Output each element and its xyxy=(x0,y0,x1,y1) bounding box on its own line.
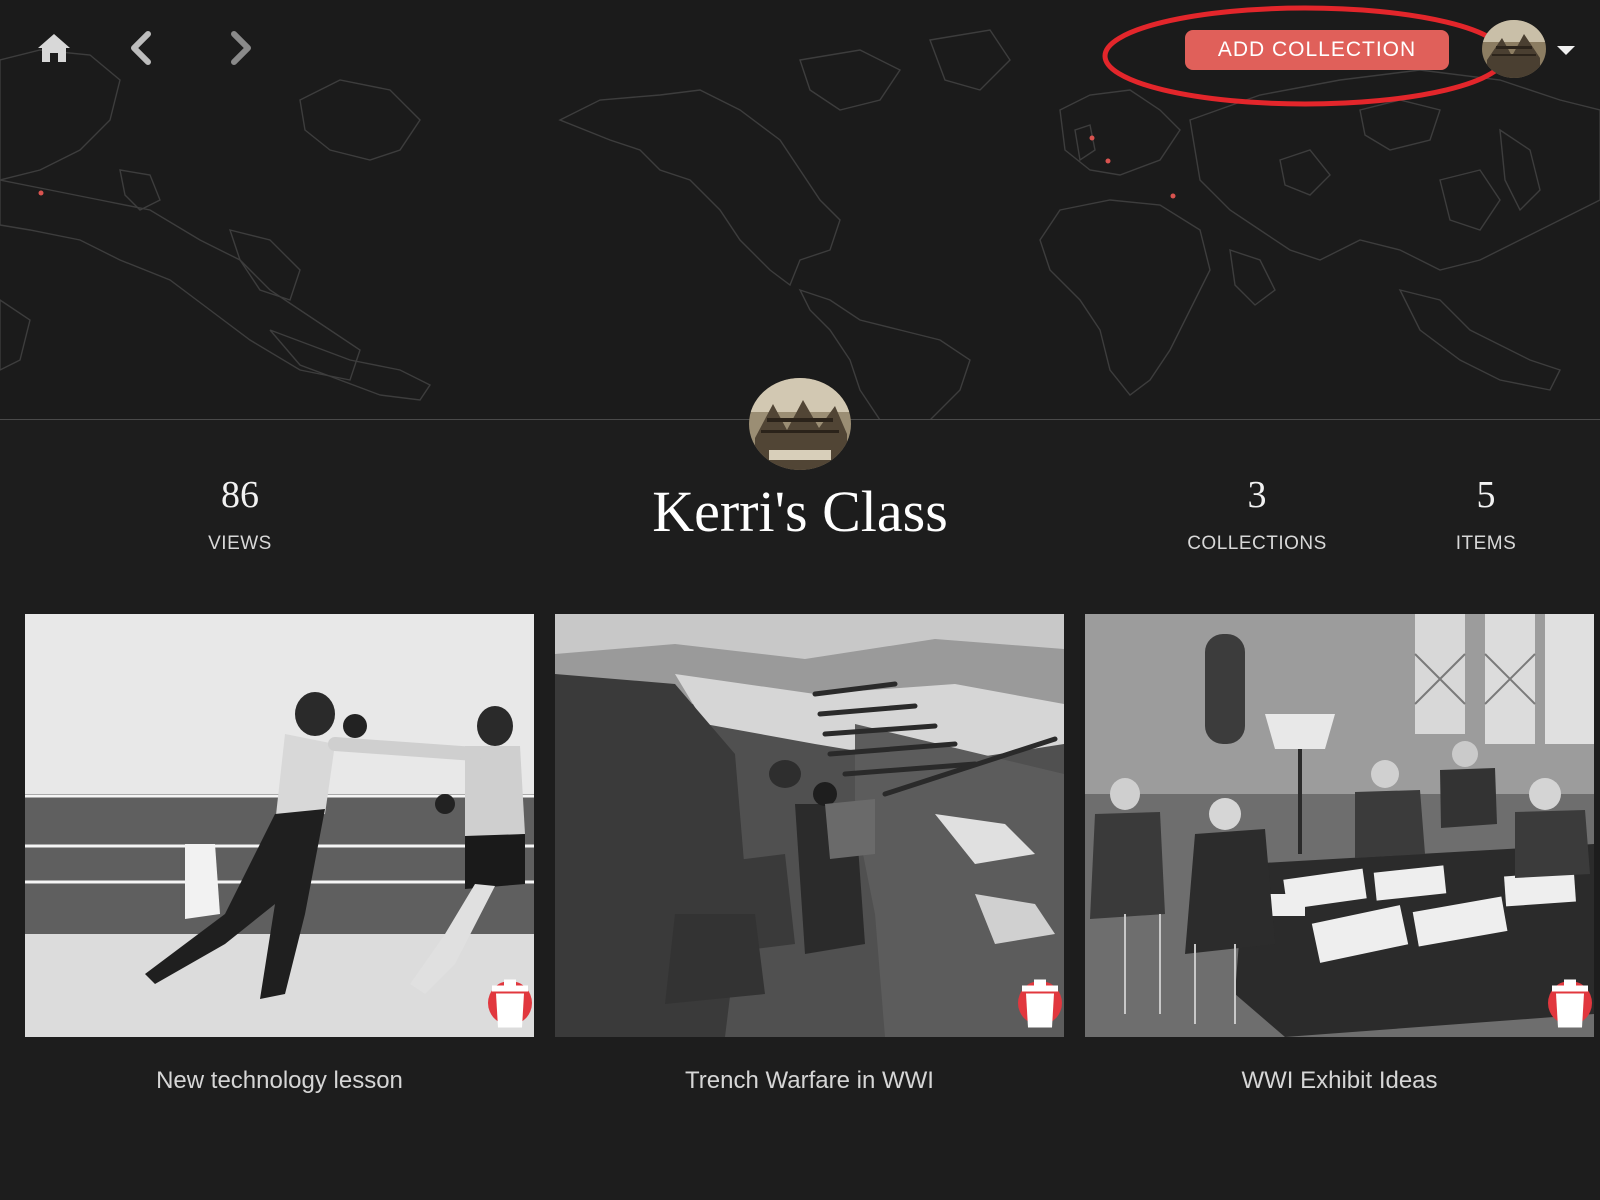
trash-icon xyxy=(492,979,528,1027)
collections-label: COLLECTIONS xyxy=(1187,533,1327,554)
collection-thumbnail[interactable] xyxy=(555,614,1064,1037)
collections-count: 3 xyxy=(1247,474,1267,516)
profile-page: ADD COLLECTION 86 VIEWS Kerri's Class 3 … xyxy=(0,0,1600,1200)
delete-button[interactable] xyxy=(1548,979,1592,1027)
user-avatar[interactable] xyxy=(1482,20,1546,78)
items-label: ITEMS xyxy=(1455,533,1517,554)
items-stat: 5 ITEMS xyxy=(1386,473,1586,555)
delete-button[interactable] xyxy=(488,979,532,1027)
trash-icon xyxy=(1552,979,1588,1027)
collection-thumbnail[interactable] xyxy=(1085,614,1594,1037)
trash-icon xyxy=(1022,979,1058,1027)
add-collection-button[interactable]: ADD COLLECTION xyxy=(1185,30,1449,70)
collection-card[interactable]: WWI Exhibit Ideas xyxy=(1085,614,1594,1095)
views-count: 86 xyxy=(221,474,259,516)
items-count: 5 xyxy=(1476,474,1496,516)
collections-stat: 3 COLLECTIONS xyxy=(1157,473,1357,555)
page-title: Kerri's Class xyxy=(652,479,948,544)
views-stat: 86 VIEWS xyxy=(140,473,340,555)
collection-title[interactable]: New technology lesson xyxy=(25,1067,534,1095)
collection-title[interactable]: WWI Exhibit Ideas xyxy=(1085,1067,1594,1095)
collection-card[interactable]: Trench Warfare in WWI xyxy=(555,614,1064,1095)
views-label: VIEWS xyxy=(208,533,272,554)
collection-card[interactable]: New technology lesson xyxy=(25,614,534,1095)
chevron-left-icon[interactable] xyxy=(120,26,164,70)
delete-button[interactable] xyxy=(1018,979,1062,1027)
chevron-right-icon[interactable] xyxy=(218,26,262,70)
caret-down-icon[interactable] xyxy=(1557,46,1575,55)
home-icon[interactable] xyxy=(32,26,76,70)
profile-avatar xyxy=(749,378,851,470)
collection-thumbnail[interactable] xyxy=(25,614,534,1037)
collection-title[interactable]: Trench Warfare in WWI xyxy=(555,1067,1064,1095)
